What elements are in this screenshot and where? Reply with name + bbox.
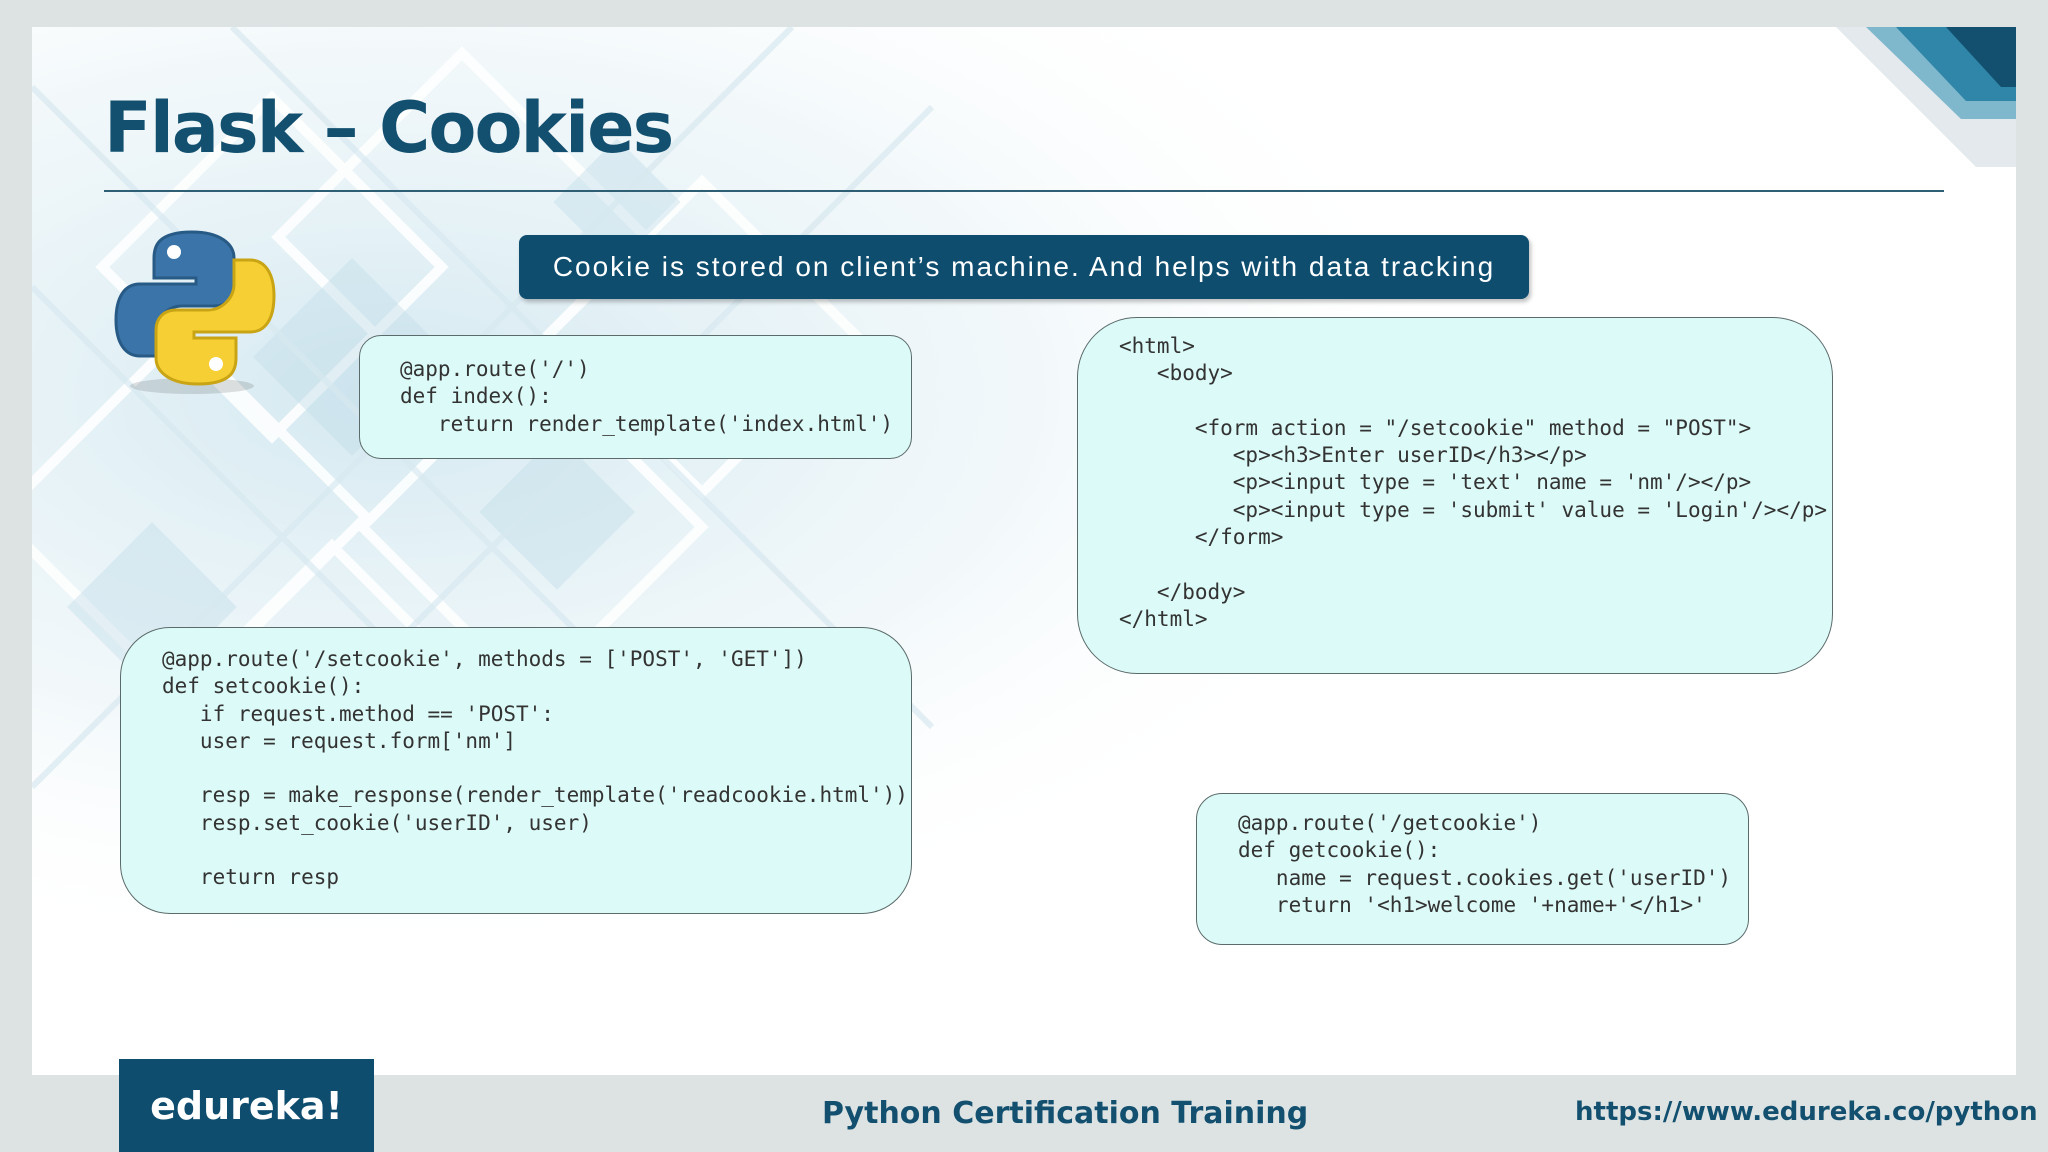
corner-decoration — [1836, 27, 2016, 167]
brand-name: edureka! — [150, 1083, 343, 1128]
getcookie-route-code-box: @app.route('/getcookie') def getcookie()… — [1196, 793, 1749, 945]
index-route-code-box: @app.route('/') def index(): return rend… — [359, 335, 912, 459]
setcookie-route-code-box: @app.route('/setcookie', methods = ['POS… — [120, 627, 912, 914]
slide-title: Flask – Cookies — [104, 87, 674, 169]
title-divider — [104, 190, 1944, 192]
course-url-link[interactable]: https://www.edureka.co/python — [1575, 1097, 2038, 1127]
getcookie-route-code: @app.route('/getcookie') def getcookie()… — [1238, 811, 1732, 917]
index-route-code: @app.route('/') def index(): return rend… — [400, 357, 894, 436]
index-html-code: <html> <body> <form action = "/setcookie… — [1119, 334, 1828, 631]
edureka-logo: edureka! — [119, 1059, 374, 1152]
setcookie-route-code: @app.route('/setcookie', methods = ['POS… — [162, 647, 908, 890]
python-logo-icon — [114, 230, 276, 394]
course-title: Python Certification Training — [822, 1096, 1309, 1131]
info-banner: Cookie is stored on client’s machine. An… — [519, 235, 1529, 299]
index-html-code-box: <html> <body> <form action = "/setcookie… — [1077, 317, 1833, 674]
